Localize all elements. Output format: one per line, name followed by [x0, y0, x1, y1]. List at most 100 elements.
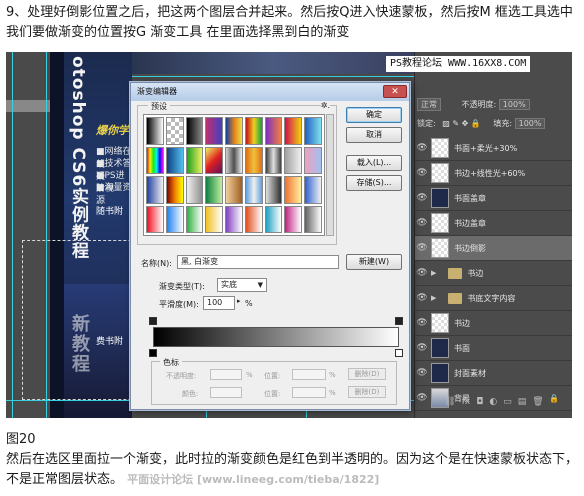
layer-row[interactable]: 👁 书边倒影	[415, 236, 572, 261]
preset-swatch[interactable]	[244, 205, 263, 233]
preset-swatch[interactable]	[165, 146, 184, 174]
guide-line[interactable]	[46, 52, 47, 418]
opacity-stop-left[interactable]	[149, 317, 157, 325]
new-layer-icon[interactable]: ▤	[518, 397, 527, 407]
presets-group: 预设 ✲.	[137, 101, 337, 245]
mask-icon[interactable]: ◘	[476, 397, 483, 407]
gradient-name-field[interactable]: 黑, 白渐变	[177, 255, 339, 269]
location-unit: %	[329, 371, 336, 379]
preset-swatch[interactable]	[284, 117, 303, 145]
opacity-stop-right[interactable]	[395, 317, 403, 325]
preset-swatch[interactable]	[304, 205, 322, 233]
layer-row[interactable]: 👁 书面	[415, 336, 572, 361]
color-stop-right[interactable]	[395, 349, 403, 357]
layer-row[interactable]: 👁 书面盖章	[415, 186, 572, 211]
save-button[interactable]: 存储(S)...	[346, 175, 402, 191]
preset-swatch[interactable]	[165, 176, 184, 204]
close-button[interactable]: ✕	[383, 85, 407, 98]
preset-swatch[interactable]	[284, 176, 303, 204]
preset-swatch[interactable]	[146, 146, 164, 174]
cancel-button[interactable]: 取消	[346, 127, 402, 143]
adjustment-icon[interactable]: ◐	[489, 397, 497, 407]
preset-swatch[interactable]	[185, 146, 204, 174]
guide-line[interactable]	[12, 52, 13, 418]
layer-row[interactable]: 👁 封面素材	[415, 361, 572, 386]
preset-swatch[interactable]	[225, 176, 243, 204]
opacity-field[interactable]: 100%	[498, 99, 530, 110]
eye-icon[interactable]: 👁	[415, 168, 429, 178]
eye-icon[interactable]: 👁	[415, 143, 429, 153]
preset-swatch[interactable]	[244, 176, 263, 204]
group-icon[interactable]: ▭	[503, 397, 512, 407]
eye-icon[interactable]: 👁	[415, 318, 429, 328]
forum-watermark: 平面设计论坛 [www.lineeg.com/tieba/1822]	[127, 473, 380, 486]
eye-icon[interactable]: 👁	[415, 268, 429, 278]
fill-field[interactable]: 100%	[514, 118, 546, 129]
gradient-type-value: 实底	[221, 280, 237, 289]
guide-line[interactable]	[132, 76, 414, 77]
fx-icon[interactable]: fx	[462, 397, 471, 407]
layer-row[interactable]: 👁 书边+线性光+60%	[415, 161, 572, 186]
preset-swatch[interactable]	[284, 205, 303, 233]
preset-swatch[interactable]	[146, 117, 164, 145]
ok-button[interactable]: 确定	[346, 107, 402, 123]
gradient-type-select[interactable]: 实底 ▼	[217, 278, 267, 292]
preset-swatch[interactable]	[185, 205, 204, 233]
preset-swatch[interactable]	[304, 176, 322, 204]
trash-icon[interactable]: 🗑	[532, 397, 543, 407]
delete-opacity-stop-button[interactable]: 删除(D)	[348, 368, 386, 380]
preset-swatch[interactable]	[225, 146, 243, 174]
eye-icon[interactable]: 👁	[415, 243, 429, 253]
eye-icon[interactable]: 👁	[415, 193, 429, 203]
load-button[interactable]: 载入(L)...	[346, 155, 402, 171]
preset-swatch[interactable]	[205, 176, 224, 204]
chevron-right-icon[interactable]: ▸	[237, 297, 241, 305]
layer-row[interactable]: 👁 书边盖章	[415, 211, 572, 236]
preset-swatch[interactable]	[304, 117, 322, 145]
preset-swatch[interactable]	[185, 117, 204, 145]
link-icon[interactable]: ⛓	[444, 397, 455, 407]
blend-row: 正常 不透明度: 100%	[417, 98, 571, 112]
preset-swatch[interactable]	[304, 146, 322, 174]
expand-arrow-icon[interactable]: ▶	[431, 294, 436, 302]
expand-arrow-icon[interactable]: ▶	[431, 269, 436, 277]
eye-icon[interactable]: 👁	[415, 343, 429, 353]
preset-swatch[interactable]	[205, 146, 224, 174]
layer-row[interactable]: 👁 书边	[415, 311, 572, 336]
layer-row[interactable]: 👁 书面+柔光+30%	[415, 136, 572, 161]
preset-swatch[interactable]	[146, 205, 164, 233]
preset-swatch[interactable]	[244, 117, 263, 145]
color-location-field[interactable]	[292, 387, 326, 398]
preset-swatch[interactable]	[146, 176, 164, 204]
stop-opacity-field[interactable]	[210, 369, 242, 380]
eye-icon[interactable]: 👁	[415, 293, 429, 303]
preset-swatch[interactable]	[264, 117, 283, 145]
color-stop-left[interactable]	[149, 349, 157, 357]
layer-row[interactable]: 👁 ▶ 书边	[415, 261, 572, 286]
gradient-preview-bar[interactable]	[153, 327, 399, 347]
preset-swatch[interactable]	[284, 146, 303, 174]
preset-swatch[interactable]	[205, 205, 224, 233]
blend-mode-select[interactable]: 正常	[417, 98, 441, 111]
eye-icon[interactable]: 👁	[415, 218, 429, 228]
preset-swatch[interactable]	[225, 205, 243, 233]
preset-swatch[interactable]	[264, 205, 283, 233]
eye-icon[interactable]: 👁	[415, 368, 429, 378]
lock-icons[interactable]: ▨ ✎ ✥ 🔒	[442, 119, 481, 128]
stop-color-swatch[interactable]	[210, 387, 242, 398]
preset-swatch[interactable]	[165, 205, 184, 233]
preset-swatch[interactable]	[185, 176, 204, 204]
preset-swatch[interactable]	[165, 117, 184, 145]
presets-menu-icon[interactable]: ✲.	[320, 101, 330, 110]
preset-swatch[interactable]	[264, 176, 283, 204]
new-button[interactable]: 新建(W)	[346, 254, 402, 270]
preset-swatch[interactable]	[264, 146, 283, 174]
delete-color-stop-button[interactable]: 删除(D)	[348, 386, 386, 398]
preset-swatch[interactable]	[244, 146, 263, 174]
opacity-location-field[interactable]	[292, 369, 326, 380]
preset-swatch[interactable]	[205, 117, 224, 145]
preset-swatch[interactable]	[225, 117, 243, 145]
layer-row[interactable]: 👁 ▶ 书底文字内容	[415, 286, 572, 311]
smoothness-field[interactable]: 100	[203, 296, 235, 310]
presets-scrollbar[interactable]	[326, 114, 334, 236]
